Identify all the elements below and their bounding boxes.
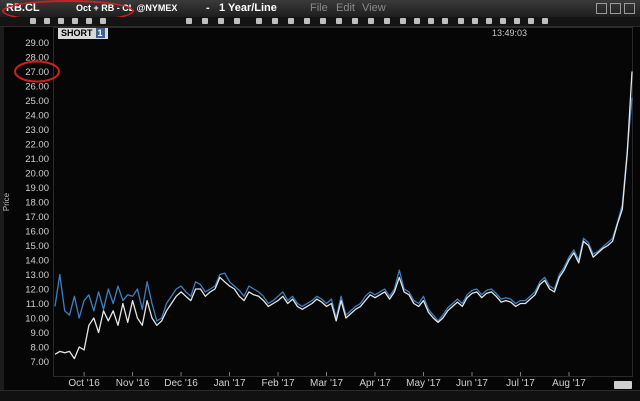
x-tick-label: Jul '17 — [506, 378, 535, 389]
y-tick-label: 21.00 — [25, 154, 49, 165]
y-tick-label: 29.00 — [25, 38, 49, 49]
x-tick-label: Mar '17 — [310, 378, 343, 389]
x-tick-label: Apr '17 — [359, 378, 391, 389]
price-chart[interactable]: 7.00 8.00 9.00 10.00 11.00 12.00 13.00 14.00 15.… — [0, 0, 640, 400]
y-tick-label: 23.00 — [25, 125, 49, 136]
y-tick-label: 19.00 — [25, 183, 49, 194]
x-tick-label: May '17 — [406, 378, 441, 389]
y-tick-label: 9.00 — [31, 328, 50, 339]
x-tick-label: Nov '16 — [116, 378, 150, 389]
y-tick-label: 27.00 — [25, 67, 49, 78]
y-tick-label: 7.00 — [31, 357, 50, 368]
y-tick-label: 15.00 — [25, 241, 49, 252]
y-tick-label: 13.00 — [25, 270, 49, 281]
y-tick-label: 12.00 — [25, 285, 49, 296]
y-tick-label: 17.00 — [25, 212, 49, 223]
y-tick-label: 18.00 — [25, 198, 49, 209]
bottom-scrollbar[interactable] — [0, 390, 640, 401]
y-tick-label: 11.00 — [26, 299, 49, 310]
y-tick-label: 16.00 — [25, 227, 49, 238]
y-tick-label: 24.00 — [25, 111, 49, 122]
scrollbar-thumb[interactable] — [614, 381, 632, 389]
series-line-blue — [54, 97, 633, 322]
y-axis-label: Price — [2, 192, 11, 211]
x-tick-label: Jan '17 — [214, 378, 246, 389]
y-tick-label: 26.00 — [25, 82, 49, 93]
x-tick-label: Oct '16 — [68, 378, 100, 389]
y-tick-label: 22.00 — [25, 140, 49, 151]
y-tick-label: 8.00 — [31, 343, 50, 354]
y-tick-label: 25.00 — [25, 96, 49, 107]
y-tick-label: 10.00 — [25, 314, 49, 325]
x-tick-label: Feb '17 — [262, 378, 295, 389]
y-tick-label: 20.00 — [25, 169, 49, 180]
x-tick-label: Aug '17 — [552, 378, 586, 389]
y-tick-label: 14.00 — [25, 256, 49, 267]
chart-window: RB.CL Oct + RB - CL @NYMEX - 1 Year/Line… — [0, 0, 640, 401]
x-tick-label: Jun '17 — [456, 378, 488, 389]
x-tick-label: Dec '16 — [164, 378, 198, 389]
series-line-white — [54, 71, 633, 360]
